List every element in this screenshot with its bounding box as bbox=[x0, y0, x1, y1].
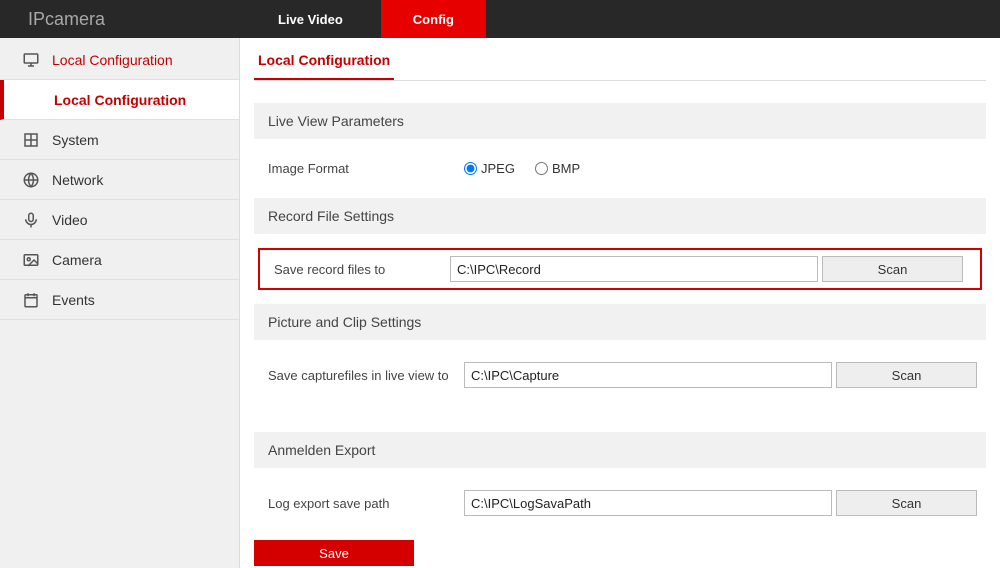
tab-config[interactable]: Config bbox=[381, 0, 486, 38]
sidebar-item-label: Video bbox=[52, 212, 88, 228]
page-title: Local Configuration bbox=[254, 38, 394, 80]
scan-button-log[interactable]: Scan bbox=[836, 490, 977, 516]
radio-bmp-input[interactable] bbox=[535, 162, 548, 175]
logo: IPcamera bbox=[0, 0, 240, 38]
sidebar-item-label: Network bbox=[52, 172, 103, 188]
radio-jpeg[interactable]: JPEG bbox=[464, 161, 515, 176]
image-icon bbox=[20, 251, 42, 269]
sidebar-item-camera[interactable]: Camera bbox=[0, 240, 239, 280]
sidebar-item-system[interactable]: System bbox=[0, 120, 239, 160]
sidebar-item-network[interactable]: Network bbox=[0, 160, 239, 200]
microphone-icon bbox=[20, 211, 42, 229]
highlighted-record-row: Save record files to Scan bbox=[258, 248, 982, 290]
radio-bmp[interactable]: BMP bbox=[535, 161, 580, 176]
label-image-format: Image Format bbox=[268, 161, 464, 176]
radio-bmp-label: BMP bbox=[552, 161, 580, 176]
sidebar-item-label: System bbox=[52, 132, 99, 148]
section-anmelden-export: Anmelden Export bbox=[254, 432, 986, 468]
tab-live-video[interactable]: Live Video bbox=[240, 0, 381, 38]
sidebar: Local Configuration Local Configuration … bbox=[0, 38, 240, 568]
label-save-capture: Save capturefiles in live view to bbox=[268, 368, 464, 383]
scan-button-record[interactable]: Scan bbox=[822, 256, 963, 282]
top-bar: IPcamera Live Video Config bbox=[0, 0, 1000, 38]
grid-icon bbox=[20, 131, 42, 149]
sidebar-item-video[interactable]: Video bbox=[0, 200, 239, 240]
label-save-record: Save record files to bbox=[264, 262, 450, 277]
sidebar-item-label: Camera bbox=[52, 252, 102, 268]
scan-button-capture[interactable]: Scan bbox=[836, 362, 977, 388]
input-log-path[interactable] bbox=[464, 490, 832, 516]
calendar-icon bbox=[20, 291, 42, 309]
sidebar-item-events[interactable]: Events bbox=[0, 280, 239, 320]
sidebar-subitem-local-configuration[interactable]: Local Configuration bbox=[0, 80, 239, 120]
sidebar-item-label: Local Configuration bbox=[54, 92, 186, 108]
radio-jpeg-label: JPEG bbox=[481, 161, 515, 176]
label-log-export: Log export save path bbox=[268, 496, 464, 511]
input-capture-path[interactable] bbox=[464, 362, 832, 388]
section-record-file-settings: Record File Settings bbox=[254, 198, 986, 234]
globe-icon bbox=[20, 171, 42, 189]
section-live-view-parameters: Live View Parameters bbox=[254, 103, 986, 139]
monitor-icon bbox=[20, 51, 42, 69]
save-button[interactable]: Save bbox=[254, 540, 414, 566]
input-record-path[interactable] bbox=[450, 256, 818, 282]
sidebar-item-local-configuration[interactable]: Local Configuration bbox=[0, 40, 239, 80]
sidebar-item-label: Events bbox=[52, 292, 95, 308]
content-area: Local Configuration Live View Parameters… bbox=[240, 38, 1000, 568]
section-picture-clip-settings: Picture and Clip Settings bbox=[254, 304, 986, 340]
sidebar-item-label: Local Configuration bbox=[52, 52, 173, 68]
radio-jpeg-input[interactable] bbox=[464, 162, 477, 175]
